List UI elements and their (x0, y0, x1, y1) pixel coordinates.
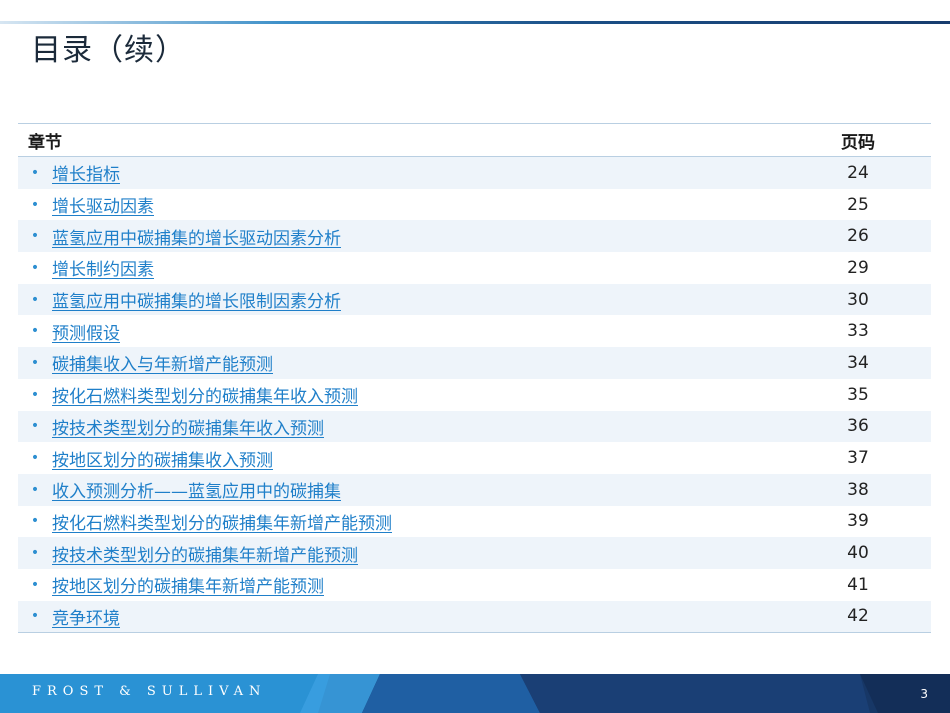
bullet-icon: • (30, 450, 40, 467)
toc-link[interactable]: 按技术类型划分的碳捕集年收入预测 (52, 414, 785, 439)
toc-row: • 增长驱动因素 25 (18, 189, 931, 221)
toc-link[interactable]: 碳捕集收入与年新增产能预测 (52, 350, 785, 375)
toc-row: • 预测假设 33 (18, 315, 931, 347)
toc-row: • 竞争环境 42 (18, 600, 931, 633)
toc-row: • 按化石燃料类型划分的碳捕集年新增产能预测 39 (18, 506, 931, 538)
bullet-icon: • (30, 418, 40, 435)
toc-row: • 增长指标 24 (18, 157, 931, 189)
toc-row: • 按地区划分的碳捕集年新增产能预测 41 (18, 569, 931, 601)
toc-page-number: 25 (847, 194, 869, 215)
toc-row: • 蓝氢应用中碳捕集的增长限制因素分析 30 (18, 283, 931, 316)
toc-link[interactable]: 蓝氢应用中碳捕集的增长驱动因素分析 (52, 224, 785, 249)
bullet-icon: • (30, 196, 40, 213)
bullet-icon: • (30, 259, 40, 276)
toc-row: • 按地区划分的碳捕集收入预测 37 (18, 442, 931, 474)
toc-link[interactable]: 增长驱动因素 (52, 192, 785, 217)
toc-link[interactable]: 预测假设 (52, 319, 785, 344)
toc-link[interactable]: 按化石燃料类型划分的碳捕集年新增产能预测 (52, 509, 785, 534)
bullet-icon: • (30, 291, 40, 308)
top-accent-bar (0, 21, 950, 24)
bullet-icon: • (30, 608, 40, 625)
bullet-icon: • (30, 164, 40, 181)
toc-row: • 按技术类型划分的碳捕集年新增产能预测 40 (18, 537, 931, 569)
toc-link[interactable]: 按地区划分的碳捕集收入预测 (52, 446, 785, 471)
toc-page-number: 36 (847, 416, 869, 437)
toc-page-number: 33 (847, 321, 869, 342)
bullet-icon: • (30, 481, 40, 498)
toc-page-number: 30 (847, 289, 869, 310)
header-chapter: 章节 (28, 132, 62, 153)
toc-link[interactable]: 竞争环境 (52, 604, 785, 629)
frost-sullivan-logo: FROST & SULLIVAN (32, 684, 267, 699)
toc-row: • 碳捕集收入与年新增产能预测 34 (18, 347, 931, 379)
toc-link[interactable]: 按技术类型划分的碳捕集年新增产能预测 (52, 541, 785, 566)
toc-page-number: 29 (847, 257, 869, 278)
toc-page-number: 34 (847, 352, 869, 373)
toc-table: 章节 页码 • 增长指标 24 • 增长驱动因素 25 • 蓝氢应用中碳捕集的增长驱动因素分析… (18, 123, 931, 634)
toc-page-number: 35 (847, 384, 869, 405)
bullet-icon: • (30, 545, 40, 562)
bullet-icon: • (30, 386, 40, 403)
bullet-icon: • (30, 576, 40, 593)
toc-rows: • 增长指标 24 • 增长驱动因素 25 • 蓝氢应用中碳捕集的增长驱动因素分析 26 • 增长制… (18, 157, 931, 634)
toc-row: • 按化石燃料类型划分的碳捕集年收入预测 35 (18, 379, 931, 411)
bullet-icon: • (30, 228, 40, 245)
page-number: 3 (920, 687, 928, 701)
toc-page-number: 41 (847, 574, 869, 595)
toc-row: • 收入预测分析——蓝氢应用中的碳捕集 38 (18, 473, 931, 506)
toc-link[interactable]: 增长指标 (52, 160, 785, 185)
toc-page-number: 37 (847, 448, 869, 469)
toc-link[interactable]: 按地区划分的碳捕集年新增产能预测 (52, 572, 785, 597)
toc-page-number: 39 (847, 511, 869, 532)
page-title: 目录（续） (31, 33, 186, 68)
toc-link[interactable]: 蓝氢应用中碳捕集的增长限制因素分析 (52, 287, 785, 312)
bullet-icon: • (30, 323, 40, 340)
toc-page-number: 40 (847, 543, 869, 564)
toc-header-row: 章节 页码 (18, 123, 931, 157)
toc-page-number: 42 (847, 606, 869, 627)
toc-page-number: 38 (847, 479, 869, 500)
toc-link[interactable]: 收入预测分析——蓝氢应用中的碳捕集 (52, 477, 785, 502)
toc-row: • 按技术类型划分的碳捕集年收入预测 36 (18, 410, 931, 443)
toc-row: • 蓝氢应用中碳捕集的增长驱动因素分析 26 (18, 220, 931, 253)
toc-page-number: 26 (847, 226, 869, 247)
toc-row: • 增长制约因素 29 (18, 252, 931, 284)
toc-page-number: 24 (847, 162, 869, 183)
toc-link[interactable]: 增长制约因素 (52, 255, 785, 280)
toc-link[interactable]: 按化石燃料类型划分的碳捕集年收入预测 (52, 382, 785, 407)
header-page: 页码 (841, 132, 875, 153)
bullet-icon: • (30, 513, 40, 530)
bullet-icon: • (30, 354, 40, 371)
